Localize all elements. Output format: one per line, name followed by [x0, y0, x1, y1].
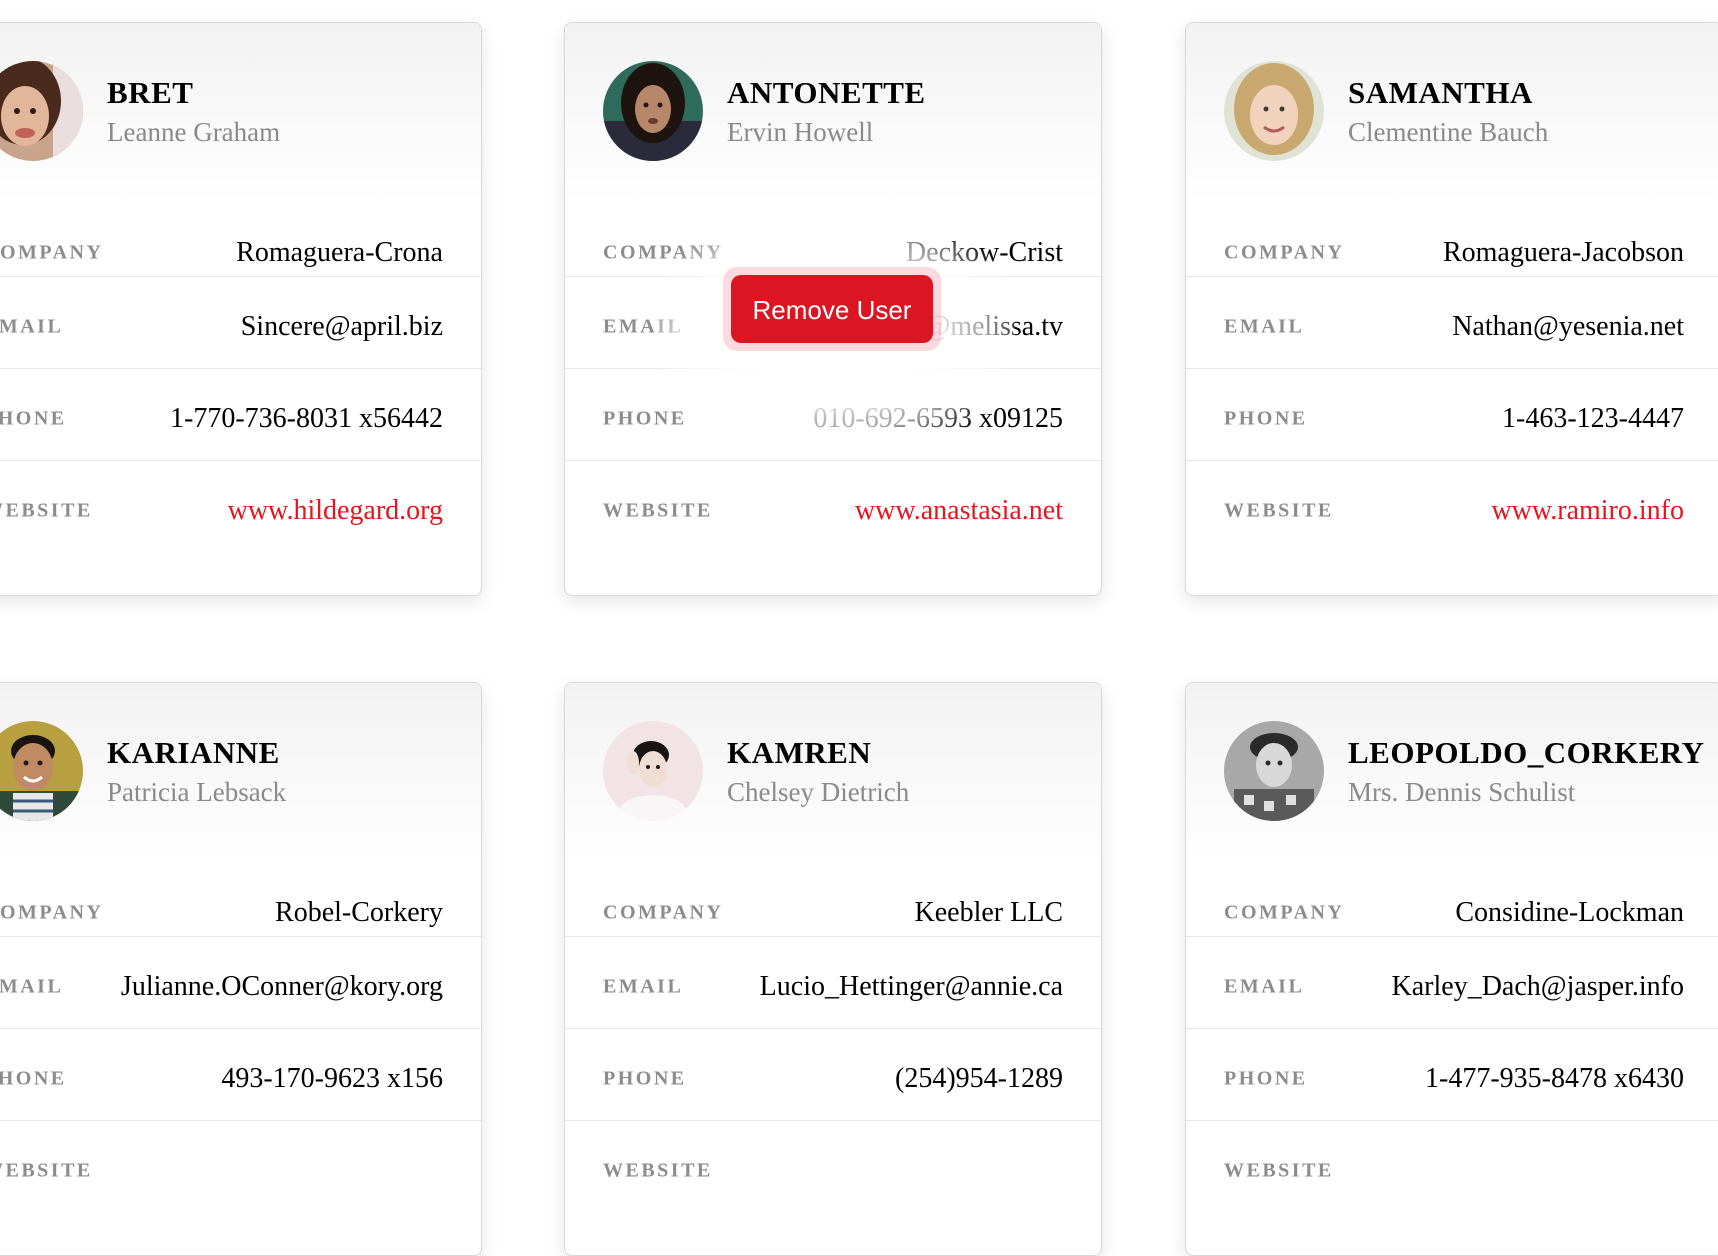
phone-label: PHONE — [603, 407, 687, 430]
company-value: Considine-Lockman — [1455, 897, 1684, 928]
company-value: Romaguera-Jacobson — [1442, 237, 1684, 268]
phone-row: PHONE 1-770-736-8031 x56442 — [0, 368, 481, 469]
website-label: WEBSITE — [1224, 1159, 1334, 1182]
website-label: WEBSITE — [0, 1159, 93, 1182]
website-row: WEBSITE — [1186, 1120, 1718, 1221]
full-name: Leanne Graham — [107, 117, 281, 147]
company-label: COMPANY — [603, 901, 724, 924]
user-card[interactable]: KARIANNE Patricia Lebsack COMPANY Robel-… — [0, 682, 482, 1256]
email-label: EMAIL — [0, 975, 64, 998]
phone-row: PHONE 1-463-123-4447 — [1186, 368, 1718, 469]
full-name: Ervin Howell — [727, 117, 874, 147]
company-label: COMPANY — [603, 241, 724, 264]
username: KAMREN — [727, 735, 872, 770]
email-label: EMAIL — [603, 975, 684, 998]
phone-value: 493-170-9623 x156 — [221, 1063, 443, 1094]
user-card[interactable]: KAMREN Chelsey Dietrich COMPANY Keebler … — [564, 682, 1102, 1256]
full-name: Mrs. Dennis Schulist — [1348, 777, 1576, 807]
email-row: EMAIL Karley_Dach@jasper.info — [1186, 936, 1718, 1037]
phone-row: PHONE (254)954-1289 — [565, 1028, 1101, 1129]
email-label: EMAIL — [1224, 315, 1305, 338]
username: KARIANNE — [107, 735, 280, 770]
username: BRET — [107, 75, 194, 110]
email-value: Karley_Dach@jasper.info — [1391, 971, 1684, 1002]
phone-row: PHONE 010-692-6593 x09125 — [565, 368, 1101, 469]
company-value: Keebler LLC — [914, 897, 1064, 928]
email-row: EMAIL Sincere@april.biz — [0, 276, 481, 377]
company-label: COMPANY — [1224, 241, 1345, 264]
phone-label: PHONE — [603, 1067, 687, 1090]
website-label: WEBSITE — [603, 1159, 713, 1182]
full-name: Chelsey Dietrich — [727, 777, 910, 807]
card-header: KARIANNE Patricia Lebsack — [0, 683, 481, 863]
card-header: LEOPOLDO_CORKERY Mrs. Dennis Schulist — [1186, 683, 1718, 863]
email-value: Julianne.OConner@kory.org — [120, 971, 443, 1002]
website-link[interactable]: www.ramiro.info — [1491, 495, 1684, 527]
username: SAMANTHA — [1348, 75, 1533, 110]
phone-value: 1-477-935-8478 x6430 — [1425, 1063, 1684, 1094]
avatar — [0, 61, 83, 161]
phone-row: PHONE 493-170-9623 x156 — [0, 1028, 481, 1129]
avatar — [603, 61, 703, 161]
email-row: EMAIL Lucio_Hettinger@annie.ca — [565, 936, 1101, 1037]
email-row: EMAIL Nathan@yesenia.net — [1186, 276, 1718, 377]
avatar — [603, 721, 703, 821]
website-row: WEBSITE www.ramiro.info — [1186, 460, 1718, 561]
card-header: SAMANTHA Clementine Bauch — [1186, 23, 1718, 203]
user-card[interactable]: ANTONETTE Ervin Howell COMPANY Deckow-Cr… — [564, 22, 1102, 596]
website-link[interactable]: www.anastasia.net — [855, 495, 1063, 527]
email-label: EMAIL — [0, 315, 64, 338]
email-value: Nathan@yesenia.net — [1452, 311, 1684, 342]
user-card[interactable]: BRET Leanne Graham COMPANY Romaguera-Cro… — [0, 22, 482, 596]
company-value: Robel-Corkery — [275, 897, 443, 928]
phone-value: 1-770-736-8031 x56442 — [170, 403, 443, 434]
website-row: WEBSITE www.hildegard.org — [0, 460, 481, 561]
company-label: COMPANY — [0, 241, 104, 264]
card-header: KAMREN Chelsey Dietrich — [565, 683, 1101, 863]
website-label: WEBSITE — [1224, 499, 1334, 522]
website-row: WEBSITE — [0, 1120, 481, 1221]
card-header: ANTONETTE Ervin Howell — [565, 23, 1101, 203]
company-value: Romaguera-Crona — [236, 237, 443, 268]
phone-value: (254)954-1289 — [895, 1063, 1063, 1094]
phone-label: PHONE — [1224, 1067, 1308, 1090]
user-card[interactable]: SAMANTHA Clementine Bauch COMPANY Romagu… — [1185, 22, 1718, 596]
company-label: COMPANY — [1224, 901, 1345, 924]
avatar — [1224, 721, 1324, 821]
avatar — [0, 721, 83, 821]
email-row: EMAIL Julianne.OConner@kory.org — [0, 936, 481, 1037]
phone-label: PHONE — [0, 1067, 67, 1090]
email-value: Sincere@april.biz — [240, 311, 443, 342]
card-header: BRET Leanne Graham — [0, 23, 481, 203]
phone-value: 010-692-6593 x09125 — [813, 403, 1063, 434]
full-name: Clementine Bauch — [1348, 117, 1549, 147]
phone-value: 1-463-123-4447 — [1502, 403, 1684, 434]
website-row: WEBSITE — [565, 1120, 1101, 1221]
company-value: Deckow-Crist — [905, 237, 1063, 268]
user-card[interactable]: LEOPOLDO_CORKERY Mrs. Dennis Schulist CO… — [1185, 682, 1718, 1256]
website-label: WEBSITE — [0, 499, 93, 522]
company-label: COMPANY — [0, 901, 104, 924]
email-label: EMAIL — [603, 315, 684, 338]
phone-label: PHONE — [1224, 407, 1308, 430]
phone-row: PHONE 1-477-935-8478 x6430 — [1186, 1028, 1718, 1129]
website-link[interactable]: www.hildegard.org — [228, 495, 443, 527]
username: LEOPOLDO_CORKERY — [1348, 735, 1705, 770]
website-label: WEBSITE — [603, 499, 713, 522]
email-value: Lucio_Hettinger@annie.ca — [759, 971, 1063, 1002]
website-row: WEBSITE www.anastasia.net — [565, 460, 1101, 561]
full-name: Patricia Lebsack — [107, 777, 287, 807]
phone-label: PHONE — [0, 407, 67, 430]
username: ANTONETTE — [727, 75, 926, 110]
remove-user-button[interactable]: Remove User — [731, 275, 933, 343]
avatar — [1224, 61, 1324, 161]
email-label: EMAIL — [1224, 975, 1305, 998]
